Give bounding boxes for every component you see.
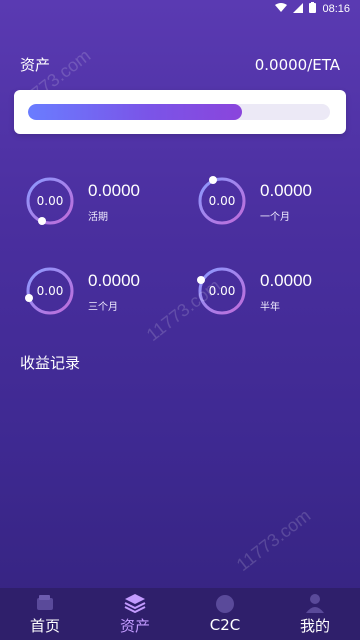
ring-label: 0.00 — [208, 284, 236, 298]
earnings-record-title[interactable]: 收益记录 — [20, 352, 80, 373]
battery-icon — [309, 2, 317, 16]
wifi-icon — [275, 2, 288, 16]
stat-one-month[interactable]: 0.00 0.0000 一个月 — [196, 175, 360, 245]
stat-value: 0.0000 — [88, 181, 140, 200]
watermark: 11773.com — [232, 505, 315, 575]
tab-label: 资产 — [119, 616, 150, 635]
tab-label: C2C — [209, 616, 241, 634]
tab-c2c[interactable]: C2C — [180, 588, 270, 640]
wallet-icon — [37, 594, 53, 610]
ring-label: 0.00 — [36, 194, 64, 208]
tab-label: 首页 — [29, 616, 60, 635]
tab-home[interactable]: 首页 — [0, 588, 90, 640]
stat-current[interactable]: 0.00 0.0000 活期 — [24, 175, 194, 245]
tab-assets[interactable]: 资产 — [90, 588, 180, 640]
c2c-badge-icon — [216, 595, 234, 613]
ring-label: 0.00 — [36, 284, 64, 298]
balance-value: 0.0000/ETA — [254, 55, 340, 74]
person-icon — [306, 593, 324, 613]
progress-card — [14, 90, 346, 134]
page-title: 资产 — [20, 56, 51, 74]
stat-caption: 一个月 — [260, 212, 290, 223]
progress-fill — [28, 104, 243, 120]
stat-value: 0.0000 — [88, 271, 140, 290]
stat-three-months[interactable]: 0.00 0.0000 三个月 — [24, 265, 194, 335]
stat-caption: 活期 — [88, 212, 108, 223]
signal-icon — [293, 2, 304, 16]
stat-value: 0.0000 — [260, 181, 312, 200]
layers-icon — [124, 593, 146, 613]
stat-value: 0.0000 — [260, 271, 312, 290]
asset-header: 资产 0.0000/ETA — [20, 54, 340, 75]
stat-caption: 三个月 — [88, 302, 118, 313]
stat-half-year[interactable]: 0.00 0.0000 半年 — [196, 265, 360, 335]
status-bar: 08:16 — [0, 0, 360, 18]
progress-track — [28, 104, 330, 120]
bottom-tab-bar: 首页 资产 C2C 我的 — [0, 588, 360, 640]
tab-profile[interactable]: 我的 — [270, 588, 360, 640]
stat-caption: 半年 — [260, 302, 280, 313]
ring-label: 0.00 — [208, 194, 236, 208]
tab-label: 我的 — [299, 616, 330, 635]
status-time: 08:16 — [322, 3, 350, 15]
